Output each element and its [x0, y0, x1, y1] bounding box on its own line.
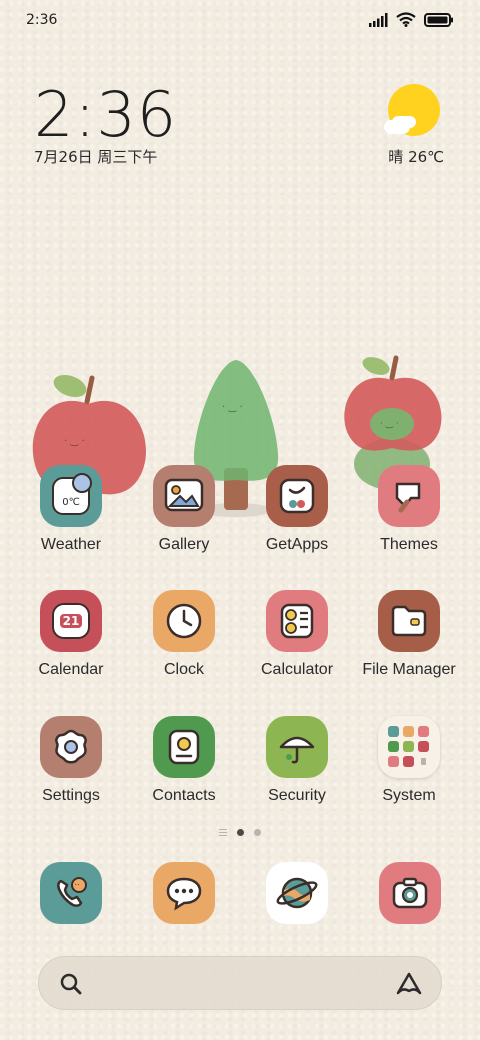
clock-widget-time[interactable]: 2:36	[34, 78, 177, 151]
app-clock[interactable]: Clock	[129, 590, 239, 679]
search-icon[interactable]	[59, 972, 83, 996]
app-label: Gallery	[158, 536, 210, 553]
weather-temperature: 26℃	[408, 148, 444, 166]
svg-text:· ‿ ·: · ‿ ·	[380, 419, 399, 429]
app-calculator[interactable]: Calculator	[242, 590, 352, 679]
app-gallery[interactable]: Gallery	[129, 465, 239, 554]
calculator-icon	[266, 590, 328, 652]
dock-camera[interactable]	[379, 862, 441, 924]
dock-phone[interactable]: ··	[40, 862, 102, 924]
app-settings[interactable]: Settings	[16, 716, 126, 805]
page-indicator[interactable]	[0, 829, 480, 836]
clock-icon	[153, 590, 215, 652]
app-label: Calendar	[38, 661, 104, 678]
app-label: Settings	[42, 787, 100, 804]
phone-icon: ··	[57, 877, 87, 907]
app-calendar[interactable]: 21 Calendar	[16, 590, 126, 679]
browser-planet-icon	[276, 877, 318, 909]
weather-icon: 0℃	[40, 465, 102, 527]
app-security[interactable]: Security	[242, 716, 352, 805]
assistant-icon[interactable]	[395, 971, 423, 997]
app-label: Themes	[380, 536, 438, 553]
app-label: Calculator	[260, 661, 334, 678]
battery-icon	[424, 12, 453, 27]
app-label: Clock	[163, 661, 204, 678]
svg-text:· ‿ ·: · ‿ ·	[64, 436, 85, 447]
system-folder-icon	[378, 716, 440, 778]
app-getapps[interactable]: GetApps	[242, 465, 352, 554]
app-weather[interactable]: 0℃ Weather	[16, 465, 126, 554]
contacts-icon	[153, 716, 215, 778]
weather-temp-badge: 0℃	[62, 497, 80, 508]
calendar-icon: 21	[40, 590, 102, 652]
svg-text:· ‿ ·: · ‿ ·	[222, 402, 243, 413]
security-icon	[266, 716, 328, 778]
weather-widget-text: 晴 26℃	[364, 146, 444, 167]
status-icons	[368, 12, 454, 27]
app-file-manager[interactable]: File Manager	[354, 590, 464, 679]
wifi-icon	[396, 12, 416, 27]
all-pages-icon[interactable]	[219, 829, 227, 836]
themes-icon	[378, 465, 440, 527]
app-label: GetApps	[265, 536, 329, 553]
status-time: 2:36	[26, 12, 58, 28]
page-dot-current[interactable]	[237, 829, 244, 836]
weather-condition: 晴	[388, 148, 404, 166]
svg-text:··: ··	[75, 881, 80, 890]
page-dot[interactable]	[254, 829, 261, 836]
status-bar: 2:36	[0, 10, 480, 34]
app-label: Weather	[40, 536, 102, 553]
dock-browser[interactable]	[266, 862, 328, 924]
sun-cloud-icon	[384, 84, 440, 136]
folder-icon	[378, 590, 440, 652]
signal-icon	[369, 12, 388, 27]
clock-widget-date: 7月26日 周三下午	[34, 148, 158, 166]
settings-icon	[40, 716, 102, 778]
weather-widget[interactable]	[384, 84, 444, 136]
app-system-folder[interactable]: System	[354, 716, 464, 805]
app-label: File Manager	[362, 661, 456, 678]
dock-messages[interactable]	[153, 862, 215, 924]
camera-icon	[392, 877, 428, 909]
getapps-icon	[266, 465, 328, 527]
app-themes[interactable]: Themes	[354, 465, 464, 554]
messages-icon	[166, 877, 202, 911]
app-label: Security	[268, 787, 326, 804]
app-label: Contacts	[152, 787, 216, 804]
search-bar[interactable]	[38, 956, 442, 1010]
app-label: System	[382, 787, 436, 804]
app-contacts[interactable]: Contacts	[129, 716, 239, 805]
calendar-day-badge: 21	[59, 614, 83, 628]
gallery-icon	[153, 465, 215, 527]
